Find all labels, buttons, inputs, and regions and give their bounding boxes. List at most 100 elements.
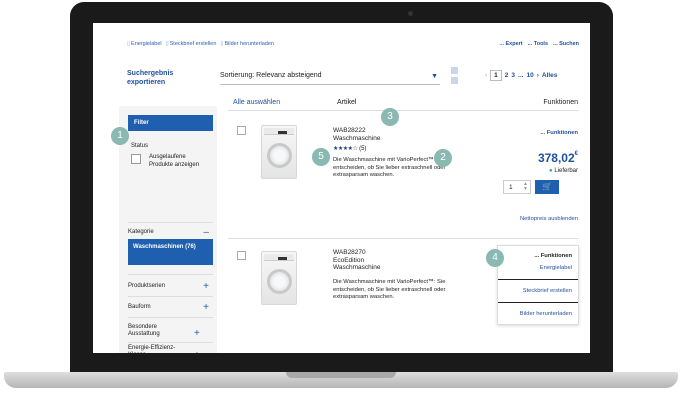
top-link-energielabel[interactable]: ▯Energielabel [127,41,162,47]
product-price: 378,02€ [538,151,578,165]
functions-menu-header[interactable]: ... Funktionen [534,253,572,259]
article-name: Waschmaschine [333,264,381,271]
image-icon: ▯ [220,41,224,47]
stock-label: Lieferbar [554,168,578,174]
filter-bauform[interactable]: Bauform + [128,302,213,313]
washing-machine-image [261,251,297,305]
page-10[interactable]: 10 [526,72,533,79]
divider [128,296,213,297]
filter-section-label: Produktserien [128,283,166,289]
callout-marker-3: 3 [381,108,399,126]
discontinued-label: Ausgelaufene Produkte anzeigen [149,154,200,168]
filter-produktserien[interactable]: Produktserien + [128,281,213,292]
export-results-link[interactable]: Suchergebnis exportieren [127,69,207,87]
functions-link[interactable]: ... Funktionen [540,130,578,136]
expert-link[interactable]: ... Expert [499,41,522,47]
price-value: 378,02 [537,151,575,165]
filter-button[interactable]: Filter [128,115,213,131]
collapse-icon: – [203,227,209,238]
top-link-steckbrief[interactable]: ▯Steckbrief erstellen [166,41,217,47]
filter-section-label: Besondere Ausstattung [128,324,160,337]
article-edition: EcoEdition [333,256,365,264]
stepper-arrows-icon[interactable]: ▲ ▼ [523,182,528,192]
discontinued-checkbox[interactable] [131,154,141,164]
top-links: ▯Energielabel ▯Steckbrief erstellen ▯Bil… [127,41,274,47]
article-name: Waschmaschine [333,134,381,142]
tools-link[interactable]: ... Tools [528,41,548,47]
product-title[interactable]: WAB28270 EcoEdition Waschmaschine [333,249,380,272]
filter-section-label: Energie-Effizienz-Klasse [128,345,176,353]
category-toggle[interactable]: Kategorie – [128,227,213,238]
availability-dot-icon: ● [549,168,553,174]
review-count: (5) [359,146,367,152]
category-label: Kategorie [128,229,154,235]
header-divider [228,110,578,111]
menu-divider [498,302,578,303]
expand-icon: + [203,302,209,313]
next-page-button[interactable]: › [537,72,539,79]
add-to-cart-button[interactable]: 🛒 [535,180,559,194]
status-label: Status [131,143,149,149]
functions-dropdown: ... Funktionen Energielabel Steckbrief e… [497,245,579,325]
product-image[interactable] [249,251,307,306]
control-panel [264,254,294,261]
page-3[interactable]: 3 [511,72,515,79]
menu-divider [498,279,578,280]
top-link-bilder[interactable]: ▯Bilder herunterladen [220,41,274,47]
article-column-header: Artikel [337,99,357,106]
current-page: 1 [490,70,502,81]
cart-icon: 🛒 [542,182,552,191]
callout-marker-2: 2 [434,149,452,167]
show-all-link[interactable]: Alles [542,72,558,79]
pagination: ‹ 1 2 3 ... 10 › Alles [485,70,557,81]
control-panel [264,128,294,135]
view-toggle[interactable] [451,67,460,91]
sort-select[interactable]: Sortierung: Relevanz absteigend ▼ [220,72,440,85]
page-2[interactable]: 2 [505,72,509,79]
product-title[interactable]: WAB28222 Waschmaschine [333,127,380,142]
expand-icon: + [203,281,209,292]
article-code: WAB28270 [333,249,366,256]
menu-item-energielabel[interactable]: Energielabel [540,265,572,271]
search-link[interactable]: ... Suchen [553,41,579,47]
chevron-down-icon: ▼ [431,73,438,80]
display [278,131,287,134]
article-code: WAB28222 [333,127,366,134]
filter-section-label: Bauform [128,304,151,310]
divider [128,222,213,223]
hide-net-price-link[interactable]: Nettopreis ausblenden [520,216,578,222]
callout-marker-4: 4 [486,249,504,267]
washing-machine-image [261,125,297,179]
currency: € [574,151,578,157]
display [278,257,287,260]
product-image[interactable] [249,125,307,180]
product-checkbox[interactable] [237,251,246,260]
functions-column-header: Funktionen [543,99,578,106]
select-all-link[interactable]: Alle auswählen [233,99,280,106]
filter-sidebar: Filter Status Ausgelaufene Produkte anze… [119,106,217,353]
quantity-stepper[interactable]: 1 ▲ ▼ [503,180,531,194]
camera [408,11,413,16]
active-category-waschmaschinen[interactable]: Waschmaschinen (76) [128,239,213,265]
quantity-value: 1 [509,184,513,191]
expand-icon: + [194,350,214,353]
divider [128,317,213,318]
top-bar: ▯Energielabel ▯Steckbrief erstellen ▯Bil… [93,37,590,51]
product-description: Die Waschmaschine mit VarioPerfect™: Sie… [333,279,446,301]
prev-page-button[interactable]: ‹ [485,72,487,79]
product-checkbox[interactable] [237,126,246,135]
menu-item-bilder[interactable]: Bilder herunterladen [520,311,572,317]
grid-view-icon[interactable] [451,67,458,74]
door [267,143,292,168]
filter-energie-effizienz[interactable]: Energie-Effizienz-Klasse [128,345,188,353]
product-rating[interactable]: ★★★★☆ (5) [333,145,366,152]
document-icon: ▯ [127,41,131,47]
door [267,269,292,294]
callout-marker-1: 1 [111,127,129,145]
menu-item-steckbrief[interactable]: Steckbrief erstellen [523,288,572,294]
filter-besondere-ausstattung[interactable]: Besondere Ausstattung [128,324,188,338]
laptop-notch [286,372,396,378]
list-view-icon[interactable] [451,77,458,84]
divider [128,274,213,275]
callout-marker-5: 5 [312,148,330,166]
